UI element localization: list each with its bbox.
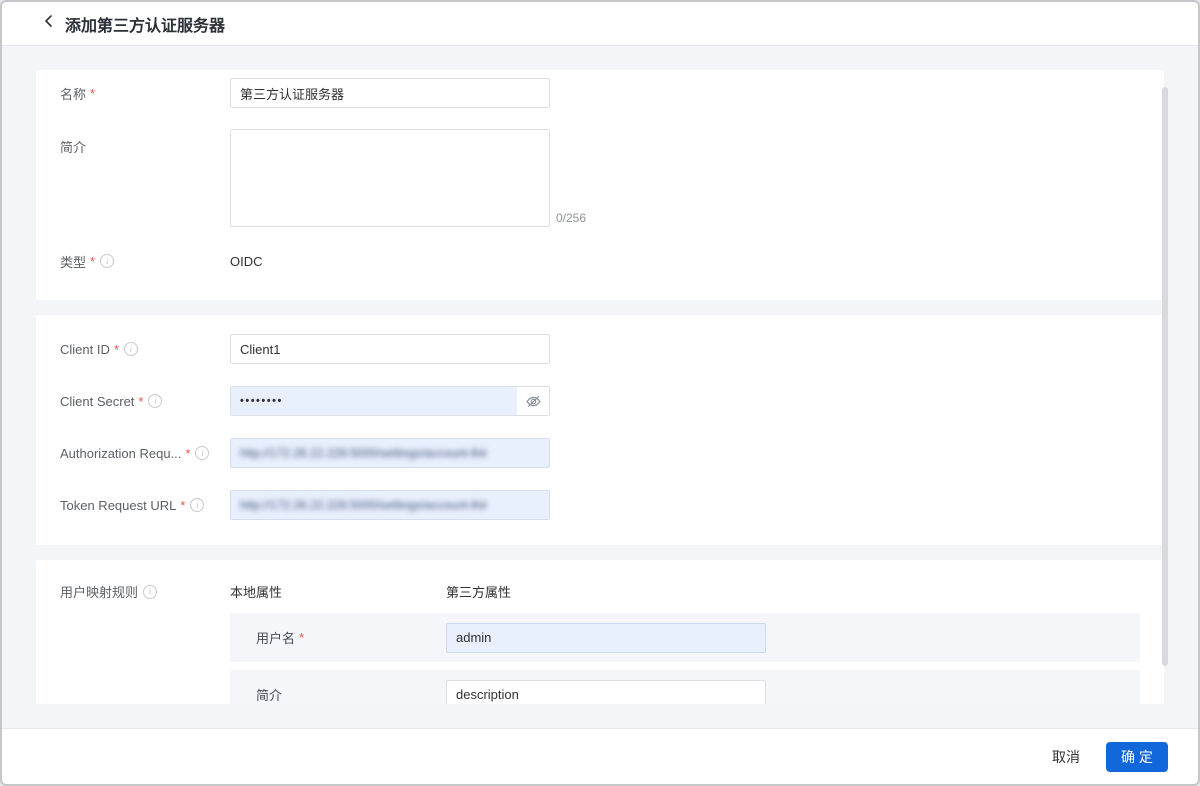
authorization-url-label: Authorization Requ... * i [60, 446, 230, 461]
authorization-url-row: Authorization Requ... * i http://172.26.22… [60, 438, 1140, 468]
form-scroll-area: 名称* 简介 0/256 类型*i OIDC [2, 46, 1198, 704]
mapping-row-username: 用户名 * [230, 613, 1140, 662]
mapping-row-description: 简介 [230, 670, 1140, 704]
token-url-input[interactable]: http://172.26.22.226:5000/settings/accou… [230, 490, 550, 520]
required-mark: * [185, 445, 191, 461]
footer-bar: 取消 确 定 [2, 728, 1198, 784]
info-icon[interactable]: i [123, 342, 138, 356]
mapping-row-label: 用户名 * [256, 630, 305, 646]
eye-off-icon[interactable] [517, 387, 549, 415]
client-id-input[interactable] [230, 334, 550, 364]
client-id-row: Client ID * i [60, 334, 1140, 364]
page-title: 添加第三方认证服务器 [65, 17, 226, 35]
info-icon[interactable]: i [148, 394, 163, 408]
mapping-header: 用户映射规则 i 本地属性 第三方属性 [60, 582, 1140, 601]
description-textarea[interactable] [230, 129, 550, 227]
mapping-row-label: 简介 [256, 688, 283, 703]
chevron-left-icon [42, 14, 55, 33]
required-mark: * [90, 85, 96, 101]
client-secret-label: Client Secret * i [60, 394, 230, 409]
required-mark: * [299, 630, 305, 645]
client-secret-masked-value: •••••••• [231, 387, 517, 415]
oidc-settings-card: Client ID*i Client Secret*i •••••••• [36, 315, 1164, 545]
confirm-button[interactable]: 确 定 [1106, 741, 1168, 772]
char-counter: 0/256 [556, 211, 587, 225]
client-id-label: Client ID * i [60, 342, 230, 357]
redacted-url-text: http://172.26.22.226:5000/settings/accou… [240, 446, 488, 460]
scrollbar-thumb[interactable] [1162, 87, 1168, 666]
required-mark: * [113, 341, 119, 357]
column-header-local: 本地属性 [230, 585, 283, 600]
info-icon[interactable]: i [100, 254, 115, 268]
token-url-label: Token Request URL * i [60, 498, 230, 513]
cancel-button[interactable]: 取消 [1050, 743, 1082, 771]
type-row: 类型 * i OIDC [60, 251, 1140, 271]
info-icon[interactable]: i [143, 584, 158, 599]
back-button[interactable] [42, 14, 55, 33]
column-header-thirdparty: 第三方属性 [446, 585, 512, 600]
required-mark: * [180, 497, 186, 513]
description-label: 简介 [60, 140, 87, 155]
description-mapping-input[interactable] [446, 679, 766, 704]
authorization-url-input[interactable]: http://172.26.22.226:5000/settings/accou… [230, 438, 550, 468]
description-row: 简介 0/256 [60, 129, 1140, 227]
type-value: OIDC [230, 253, 263, 269]
token-url-row: Token Request URL * i http://172.26.22.226… [60, 490, 1140, 520]
client-secret-input[interactable]: •••••••• [230, 386, 550, 416]
name-row: 名称 * [60, 78, 1140, 108]
name-input[interactable] [230, 78, 550, 108]
client-secret-row: Client Secret * i •••••••• [60, 386, 1140, 416]
required-mark: * [90, 253, 96, 269]
name-label: 名称 * [60, 85, 96, 102]
info-icon[interactable]: i [190, 498, 205, 512]
username-mapping-input[interactable] [446, 622, 766, 653]
add-auth-server-page: 添加第三方认证服务器 名称* 简介 0/256 [0, 0, 1200, 786]
user-mapping-card: 用户映射规则i 本地属性 第三方属性 用户名* 简介 [36, 560, 1164, 704]
info-icon[interactable]: i [195, 446, 210, 460]
basic-info-card: 名称* 简介 0/256 类型*i OIDC [36, 70, 1164, 300]
page-header: 添加第三方认证服务器 [2, 2, 1198, 46]
required-mark: * [138, 393, 144, 409]
redacted-url-text: http://172.26.22.226:5000/settings/accou… [240, 498, 488, 512]
mapping-section-label: 用户映射规则 i [60, 582, 230, 601]
type-label: 类型 * i [60, 252, 230, 271]
